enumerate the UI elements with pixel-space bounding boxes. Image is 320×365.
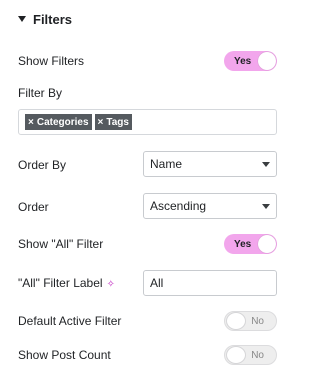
order-label: Order <box>18 200 49 214</box>
show-post-count-label: Show Post Count <box>18 348 111 362</box>
dropdown-arrow-icon <box>262 162 270 167</box>
order-value: Ascending <box>150 199 207 213</box>
dropdown-arrow-icon <box>262 204 270 209</box>
filters-section-header[interactable]: Filters <box>18 11 72 27</box>
default-active-filter-toggle[interactable]: No <box>224 311 277 331</box>
caret-down-icon <box>18 16 26 22</box>
toggle-knob <box>258 235 276 253</box>
section-title: Filters <box>33 11 73 27</box>
filter-by-multiselect[interactable]: × Categories × Tags <box>18 109 277 135</box>
order-by-label: Order By <box>18 158 67 172</box>
show-all-filter-label: Show "All" Filter <box>18 237 104 251</box>
order-by-select[interactable]: Name <box>143 151 277 177</box>
filter-by-label: Filter By <box>18 86 63 100</box>
order-by-value: Name <box>150 157 183 171</box>
default-active-filter-label: Default Active Filter <box>18 314 122 328</box>
all-filter-label-text: "All" Filter Label <box>18 276 103 290</box>
toggle-knob <box>226 346 246 364</box>
remove-tag-icon[interactable]: × <box>28 117 34 128</box>
order-select[interactable]: Ascending <box>143 193 277 219</box>
toggle-text: Yes <box>234 55 252 67</box>
toggle-text: Yes <box>234 238 252 250</box>
sparkle-icon[interactable]: ✧ <box>107 279 115 290</box>
show-filters-label: Show Filters <box>18 54 85 68</box>
toggle-knob <box>226 312 246 330</box>
show-all-filter-toggle[interactable]: Yes <box>224 234 277 254</box>
remove-tag-icon[interactable]: × <box>98 117 104 128</box>
tag-label: Tags <box>106 116 129 128</box>
tag-categories: × Categories <box>25 114 92 130</box>
toggle-text: No <box>251 315 264 327</box>
all-filter-label-input[interactable] <box>143 270 277 296</box>
toggle-text: No <box>251 349 264 361</box>
tag-label: Categories <box>36 116 89 128</box>
all-filter-label-label: "All" Filter Label ✧ <box>18 276 115 290</box>
show-post-count-toggle[interactable]: No <box>224 345 277 365</box>
toggle-knob <box>258 52 276 70</box>
show-filters-toggle[interactable]: Yes <box>224 51 277 71</box>
filters-panel: Filters Show Filters Yes Filter By × Cat… <box>0 0 295 365</box>
tag-tags: × Tags <box>94 114 132 130</box>
